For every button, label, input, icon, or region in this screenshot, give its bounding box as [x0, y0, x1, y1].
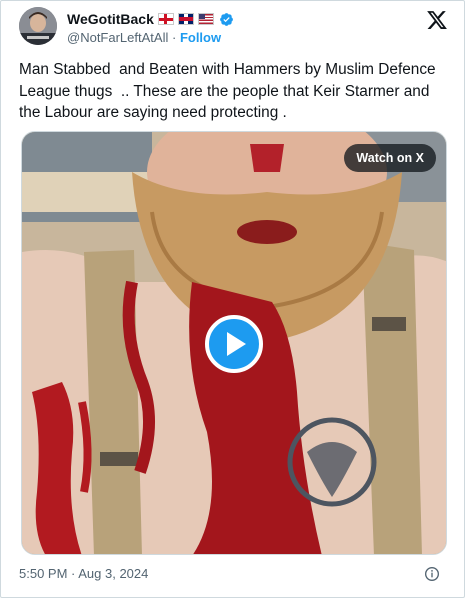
watch-on-x-button[interactable]: Watch on X: [344, 144, 436, 172]
x-logo-icon[interactable]: [426, 9, 448, 31]
handle-row: @NotFarLeftAtAll · Follow: [67, 30, 221, 45]
name-row: WeGotitBack: [67, 11, 234, 27]
tweet-footer: 5:50 PM · Aug 3, 2024: [19, 565, 452, 585]
verified-badge-icon: [219, 12, 233, 26]
uk-flag-icon: [177, 13, 194, 25]
tweet-card: WeGotitBack @NotFarLeftAtAll · Follow Ma…: [0, 0, 465, 598]
tweet-text: Man Stabbed and Beaten with Hammers by M…: [19, 61, 440, 121]
play-button[interactable]: [205, 315, 263, 373]
avatar[interactable]: [19, 7, 57, 45]
us-flag-icon: [197, 13, 214, 25]
handle[interactable]: @NotFarLeftAtAll: [67, 30, 168, 45]
play-icon: [227, 332, 246, 356]
info-icon[interactable]: [424, 566, 440, 582]
display-name[interactable]: WeGotitBack: [67, 11, 154, 27]
tweet-header: WeGotitBack @NotFarLeftAtAll · Follow: [19, 7, 452, 51]
england-flag-icon: [157, 13, 174, 25]
timestamp[interactable]: 5:50 PM · Aug 3, 2024: [19, 566, 148, 581]
video-media[interactable]: Watch on X: [21, 131, 447, 555]
separator: ·: [171, 30, 177, 45]
follow-link[interactable]: Follow: [180, 30, 221, 45]
